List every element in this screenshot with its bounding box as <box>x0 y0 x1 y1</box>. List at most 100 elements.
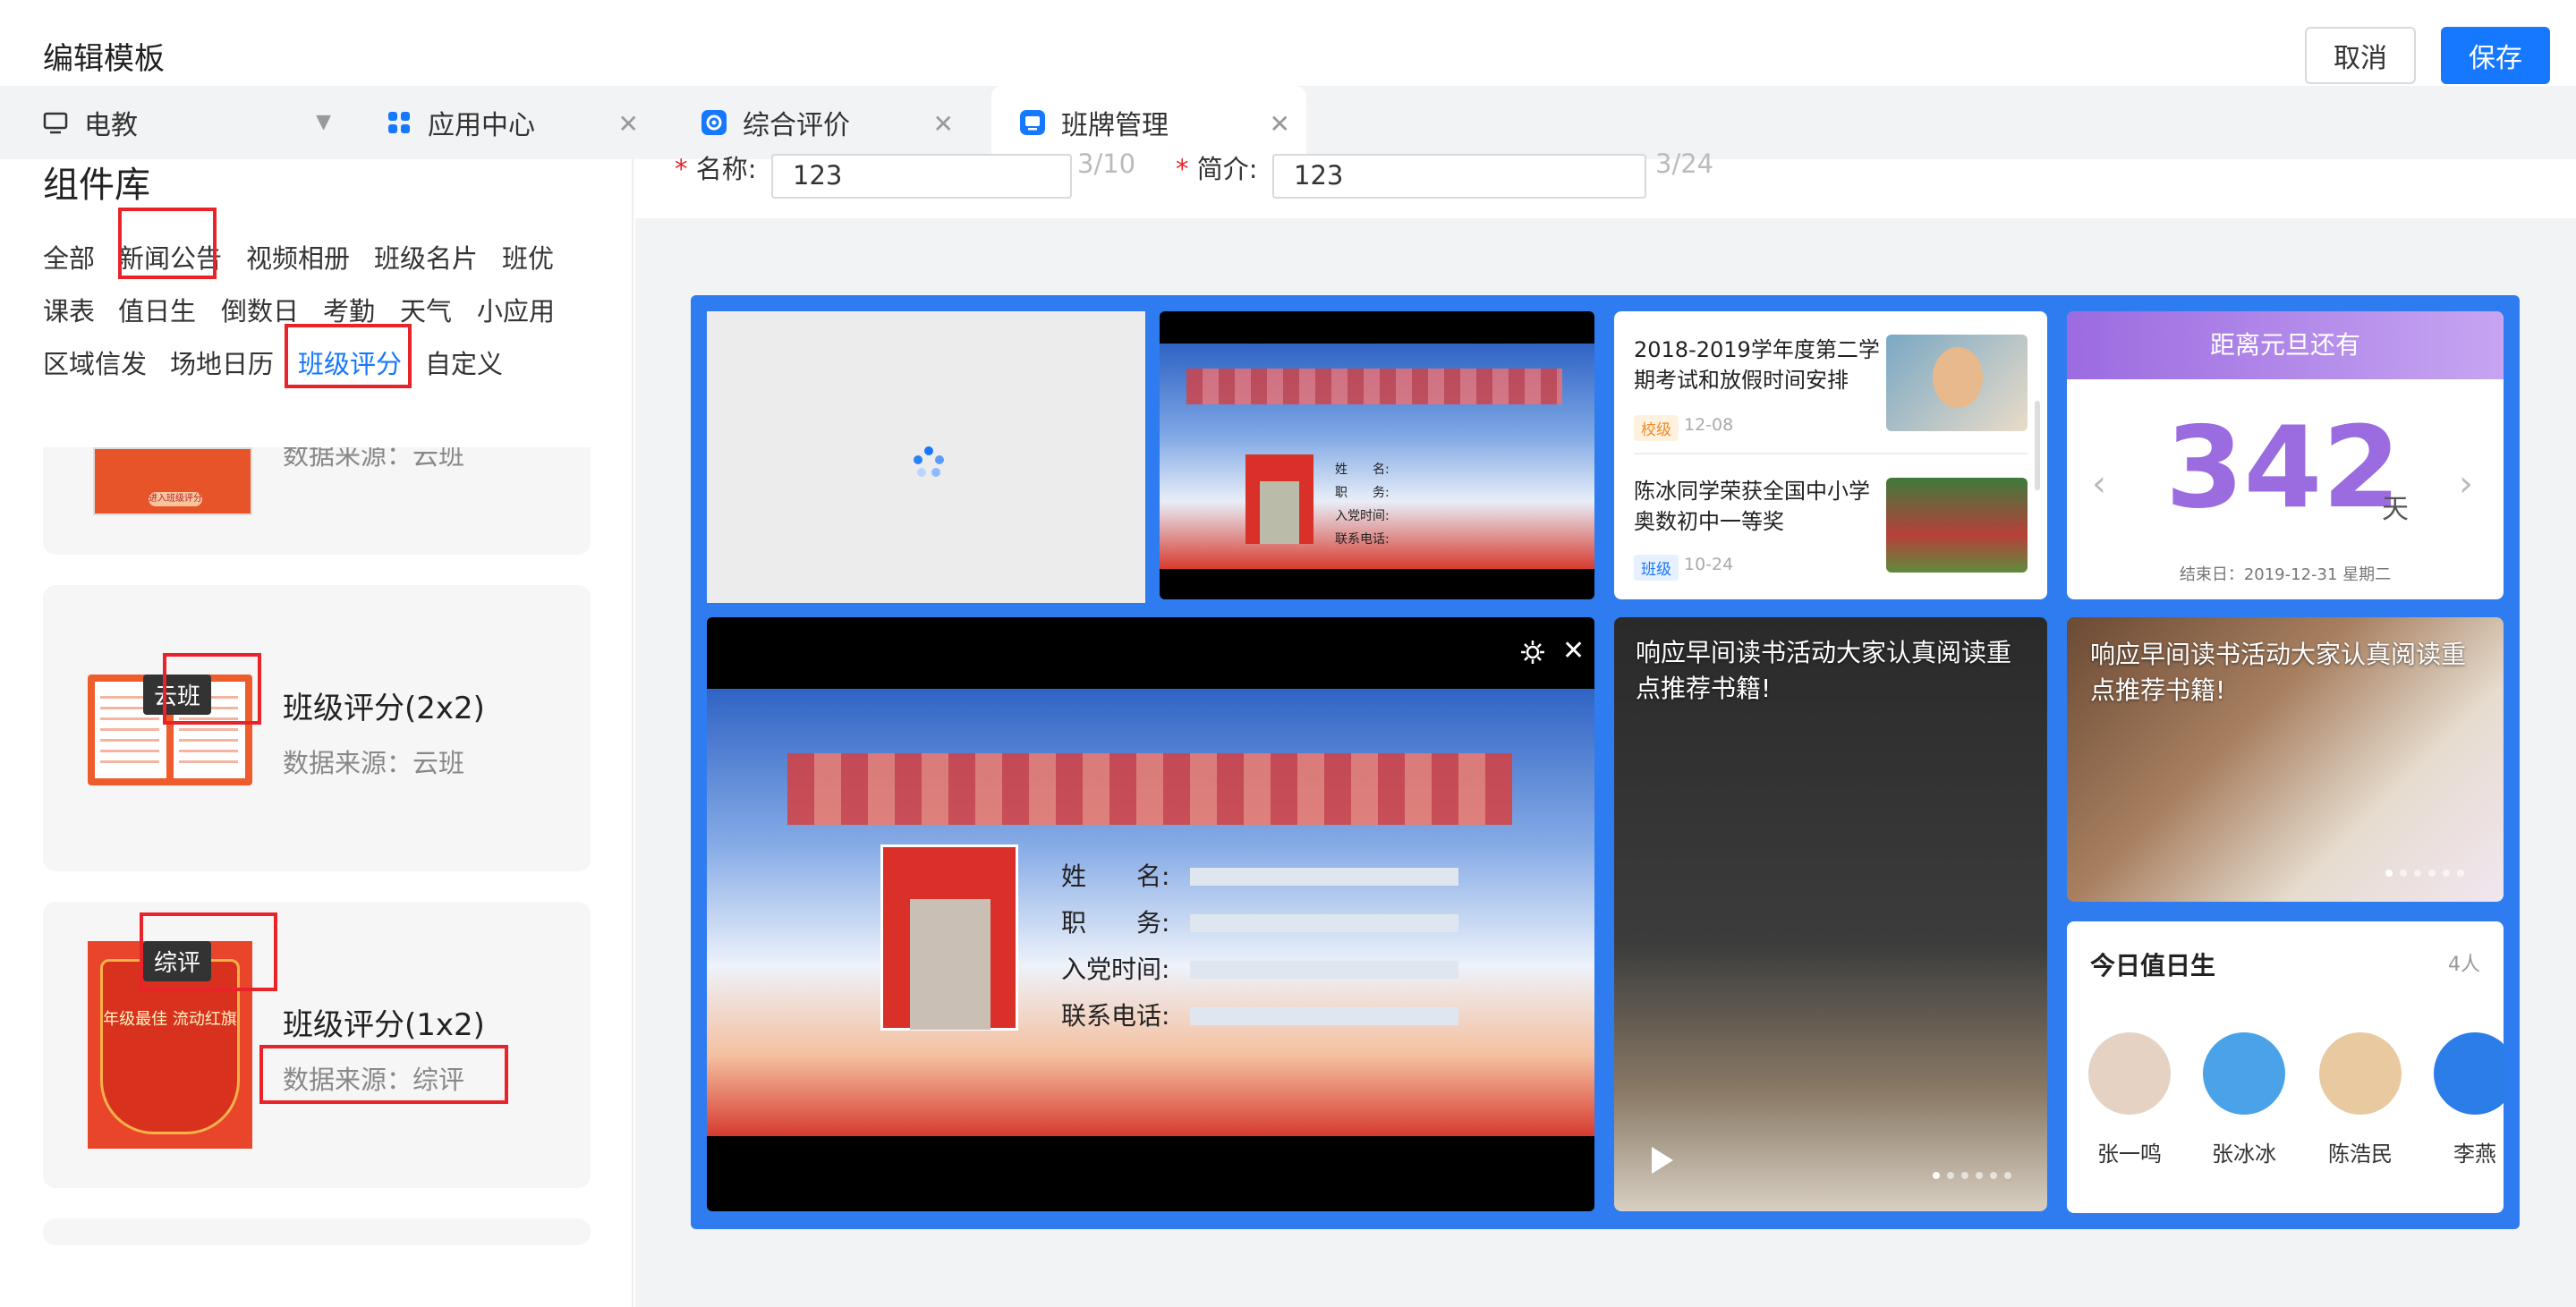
tab-label: 综合评价 <box>743 110 850 141</box>
category-weather[interactable]: 天气 <box>400 291 452 328</box>
category-mini-app[interactable]: 小应用 <box>477 291 555 328</box>
component-source: 数据来源：云班 <box>283 748 465 778</box>
intro-input[interactable]: 123 <box>1272 154 1646 199</box>
component-card[interactable]: 云班 班级评分(2x2) 数据来源：云班 <box>43 208 591 871</box>
library-title: 组件库 <box>43 165 150 206</box>
student[interactable]: 张一鸣 <box>2088 1032 2171 1167</box>
tab-dianjiao[interactable]: 电教 ▼ <box>0 86 351 159</box>
party-member-card-small[interactable]: 姓 名: 职 务: 入党时间: 联系电话: <box>1160 311 1594 599</box>
template-form: * 名称: 123 3/10 * 简介: 123 3/24 <box>635 149 2576 218</box>
tab-label: 应用中心 <box>428 110 535 141</box>
loading-spinner-icon <box>914 446 944 477</box>
highlight-box <box>163 653 261 725</box>
component-source: 数据来源：云班 <box>283 447 465 471</box>
name-input[interactable]: 123 <box>771 154 1072 199</box>
news-tag: 班级 <box>1634 555 1679 581</box>
student[interactable]: 张冰冰 <box>2203 1032 2285 1167</box>
monitor-icon <box>43 112 68 134</box>
category-custom[interactable]: 自定义 <box>425 344 503 381</box>
category-class-card[interactable]: 班级名片 <box>374 238 478 276</box>
countdown-end-date: 结束日：2019-12-31 星期二 <box>2179 565 2392 584</box>
news-item-title[interactable]: 2018-2019学年度第二学期考试和放假时间安排 <box>1634 335 1884 395</box>
name-label: * 名称: <box>675 154 757 184</box>
highlight-box <box>140 912 277 991</box>
close-icon[interactable]: ✕ <box>933 109 954 139</box>
category-duty[interactable]: 值日生 <box>118 291 196 328</box>
name-char-count: 3/10 <box>1077 149 1136 179</box>
class-board-app-icon <box>1020 110 1045 135</box>
intro-label: * 简介: <box>1176 154 1258 184</box>
chevron-right-icon[interactable]: › <box>2459 463 2473 505</box>
thumb-label: 进入班级评分 <box>149 492 202 506</box>
tab-app-center[interactable]: 应用中心 ✕ <box>387 86 655 159</box>
category-all[interactable]: 全部 <box>43 238 95 276</box>
close-icon[interactable]: ✕ <box>1562 635 1585 666</box>
component-thumbnail: 进入班级评分 <box>93 447 252 515</box>
highlight-box <box>259 1045 508 1104</box>
thumb-label: 年级最佳 流动红旗 <box>103 1010 237 1029</box>
category-video-album[interactable]: 视频相册 <box>246 238 350 276</box>
category-schedule[interactable]: 课表 <box>43 291 95 328</box>
top-bar: 编辑模板 取消 保存 <box>0 0 2576 88</box>
play-icon[interactable] <box>1652 1147 1673 1174</box>
duty-title: 今日值日生 <box>2090 951 2216 980</box>
category-venue-calendar[interactable]: 场地日历 <box>170 344 274 381</box>
apps-grid-icon <box>388 112 410 133</box>
duty-tile[interactable]: 今日值日生 4人 张一鸣 张冰冰 陈浩民 李燕 <box>2067 921 2504 1213</box>
news-image <box>1886 478 2028 573</box>
component-card[interactable]: 进入班级评分 数据来源：云班 <box>43 447 591 555</box>
tab-class-board[interactable]: 班牌管理 ✕ <box>991 86 1306 159</box>
photo-album-tile[interactable]: 响应早间读书活动大家认真阅读重点推荐书籍! <box>2067 617 2504 902</box>
category-attendance[interactable]: 考勤 <box>323 291 375 328</box>
video-tile[interactable]: 响应早间读书活动大家认真阅读重点推荐书籍! <box>1614 617 2047 1211</box>
tab-bar: 电教 ▼ 应用中心 ✕ 综合评价 ✕ 班牌管理 ✕ <box>0 86 2576 159</box>
page-title: 编辑模板 <box>43 41 165 77</box>
student[interactable]: 李燕 <box>2434 1032 2504 1167</box>
chevron-left-icon[interactable]: ‹ <box>2092 463 2106 505</box>
close-icon[interactable]: ✕ <box>618 109 639 139</box>
video-caption: 响应早间读书活动大家认真阅读重点推荐书籍! <box>1636 638 2012 703</box>
gear-icon[interactable] <box>1519 639 1546 666</box>
highlight-box <box>285 324 412 388</box>
party-member-card-large[interactable]: ✕ 姓 名: 职 务: 入党时间: 联系电话: <box>707 617 1594 1211</box>
profile-fields: 姓 名: 职 务: 入党时间: 联系电话: <box>1335 463 1390 547</box>
news-tag: 校级 <box>1634 415 1679 441</box>
photo-caption: 响应早间读书活动大家认真阅读重点推荐书籍! <box>2090 640 2467 705</box>
scrollbar[interactable] <box>2035 401 2040 490</box>
tab-label: 班牌管理 <box>1061 110 1169 141</box>
component-name: 班级评分(2x2) <box>283 691 485 726</box>
avatar <box>2203 1032 2285 1115</box>
news-date: 12-08 <box>1684 415 1734 435</box>
countdown-number: 342 <box>2165 402 2402 533</box>
student[interactable]: 陈浩民 <box>2319 1032 2402 1167</box>
cancel-button[interactable]: 取消 <box>2305 27 2416 84</box>
evaluation-app-icon <box>701 110 727 135</box>
category-excellent[interactable]: 班优 <box>502 238 554 276</box>
save-button[interactable]: 保存 <box>2441 27 2550 84</box>
avatar <box>2319 1032 2402 1115</box>
carousel-dots[interactable] <box>1933 1172 2011 1179</box>
blackboard-image <box>1668 716 1990 1020</box>
class-board-preview: 姓 名: 职 务: 入党时间: 联系电话: 2018-2019学年度第二学期考试… <box>691 295 2520 1229</box>
countdown-unit: 天 <box>2382 494 2409 525</box>
category-countdown[interactable]: 倒数日 <box>221 291 299 328</box>
chevron-down-icon[interactable]: ▼ <box>316 111 331 133</box>
news-item-title[interactable]: 陈冰同学荣获全国中小学奥数初中一等奖 <box>1634 476 1884 537</box>
countdown-tile[interactable]: 距离元旦还有 ‹ › 342 天 结束日：2019-12-31 星期二 <box>2067 311 2504 599</box>
avatar <box>2434 1032 2504 1115</box>
component-name: 班级评分(1x2) <box>283 1007 485 1043</box>
news-date: 10-24 <box>1684 555 1734 574</box>
carousel-dots[interactable] <box>2385 870 2464 877</box>
news-image <box>1886 335 2028 431</box>
component-library-panel: 组件库 全部 新闻公告 视频相册 班级名片 班优 课表 值日生 倒数日 考勤 天… <box>0 159 633 1307</box>
avatar <box>2088 1032 2171 1115</box>
category-regional[interactable]: 区域信发 <box>43 344 147 381</box>
news-tile[interactable]: 2018-2019学年度第二学期考试和放假时间安排 校级 12-08 陈冰同学荣… <box>1614 311 2047 599</box>
profile-fields: 姓 名: 职 务: 入党时间: 联系电话: <box>1061 861 1170 1031</box>
duty-count: 4人 <box>2448 954 2480 976</box>
intro-char-count: 3/24 <box>1655 149 1714 179</box>
component-card[interactable] <box>43 1218 591 1245</box>
close-icon[interactable]: ✕ <box>1270 109 1290 139</box>
loading-tile[interactable] <box>707 311 1145 603</box>
countdown-header: 距离元旦还有 <box>2067 311 2504 379</box>
